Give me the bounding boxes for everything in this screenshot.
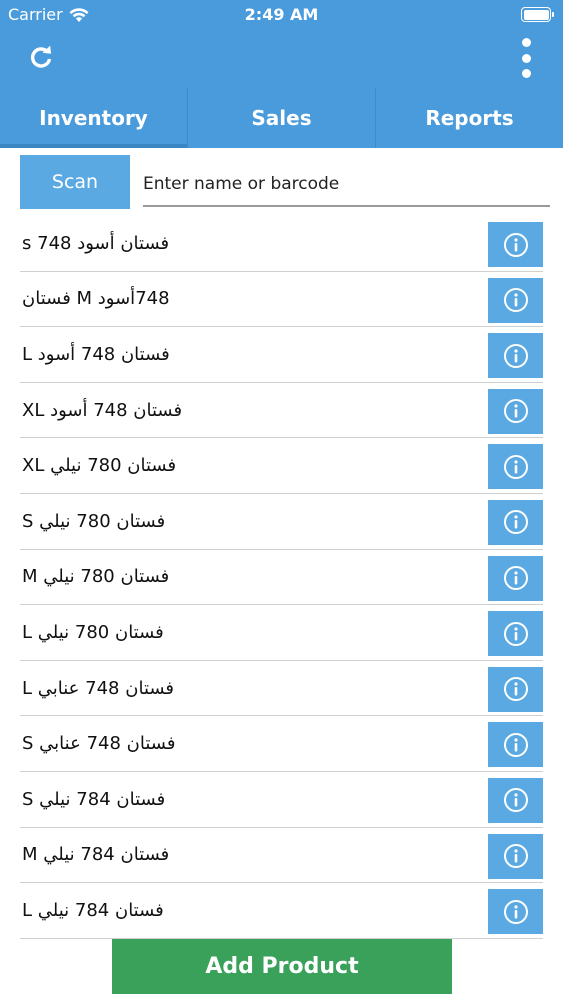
product-name: فستان 780 نيلي S: [22, 510, 166, 532]
product-row[interactable]: فستان 748 أسود L: [20, 327, 543, 383]
product-name: فستان 748 عنابي S: [22, 733, 176, 755]
product-name: فستان 780 نيلي XL: [22, 455, 177, 477]
product-name: فستان 784 نيلي L: [22, 899, 164, 921]
product-row[interactable]: فستان 748 عنابي L: [20, 661, 543, 717]
product-row[interactable]: فستان 748 أسود XL: [20, 383, 543, 439]
product-row[interactable]: فستان 784 نيلي L: [20, 883, 543, 939]
info-icon: [503, 288, 528, 313]
add-product-button[interactable]: Add Product: [112, 939, 452, 994]
product-info-button[interactable]: [488, 444, 543, 490]
battery-icon: [521, 7, 554, 22]
info-icon: [503, 510, 528, 535]
tab-bar: Inventory Sales Reports: [0, 88, 563, 148]
product-row[interactable]: فستان 784 نيلي S: [20, 772, 543, 828]
product-row[interactable]: فستان 780 نيلي L: [20, 605, 543, 661]
top-bar: Carrier 2:49 AM Inventory Sales Reports: [0, 0, 563, 148]
product-name: فستان 784 نيلي M: [22, 844, 170, 866]
product-info-button[interactable]: [488, 277, 543, 323]
product-name: فستان أسود 748 s: [22, 232, 170, 254]
tab-reports[interactable]: Reports: [375, 88, 563, 148]
info-icon: [503, 454, 528, 479]
product-name: 748أسود M فستان: [22, 288, 170, 310]
product-row[interactable]: فستان 780 نيلي XL: [20, 438, 543, 494]
product-name: فستان 784 نيلي S: [22, 788, 166, 810]
product-info-button[interactable]: [488, 388, 543, 434]
product-row[interactable]: فستان 780 نيلي M: [20, 550, 543, 606]
product-info-button[interactable]: [488, 499, 543, 545]
product-name: فستان 748 أسود XL: [22, 399, 183, 421]
scan-button[interactable]: Scan: [20, 155, 130, 209]
product-info-button[interactable]: [488, 611, 543, 657]
product-info-button[interactable]: [488, 222, 543, 267]
product-info-button[interactable]: [488, 555, 543, 601]
product-name: فستان 780 نيلي M: [22, 566, 170, 588]
info-icon: [503, 732, 528, 757]
info-icon: [503, 232, 528, 257]
info-icon: [503, 621, 528, 646]
more-options-button[interactable]: [519, 38, 533, 78]
product-info-button[interactable]: [488, 833, 543, 879]
product-row[interactable]: 748أسود M فستان: [20, 272, 543, 328]
product-name: فستان 748 أسود L: [22, 343, 170, 365]
search-row: Scan: [20, 155, 550, 210]
product-row[interactable]: فستان أسود 748 s: [20, 216, 543, 272]
product-list: فستان أسود 748 s 748أسود M فستان فستان 748…: [20, 216, 543, 939]
info-icon: [503, 844, 528, 869]
tab-sales[interactable]: Sales: [187, 88, 375, 148]
tab-inventory[interactable]: Inventory: [0, 88, 187, 148]
status-time: 2:49 AM: [244, 5, 319, 24]
product-row[interactable]: فستان 784 نيلي M: [20, 828, 543, 884]
product-row[interactable]: فستان 780 نيلي S: [20, 494, 543, 550]
product-name: فستان 748 عنابي L: [22, 677, 175, 699]
product-info-button[interactable]: [488, 777, 543, 823]
info-icon: [503, 788, 528, 813]
status-bar: Carrier 2:49 AM: [0, 0, 563, 30]
product-info-button[interactable]: [488, 666, 543, 712]
info-icon: [503, 677, 528, 702]
info-icon: [503, 343, 528, 368]
refresh-icon: [30, 45, 52, 68]
product-row[interactable]: فستان 748 عنابي S: [20, 716, 543, 772]
search-input[interactable]: [143, 163, 550, 207]
product-name: فستان 780 نيلي L: [22, 621, 164, 643]
product-info-button[interactable]: [488, 889, 543, 935]
info-icon: [503, 566, 528, 591]
product-info-button[interactable]: [488, 333, 543, 379]
info-icon: [503, 399, 528, 424]
refresh-button[interactable]: [24, 40, 58, 74]
info-icon: [503, 899, 528, 924]
more-vertical-icon: [521, 38, 531, 47]
product-info-button[interactable]: [488, 722, 543, 768]
